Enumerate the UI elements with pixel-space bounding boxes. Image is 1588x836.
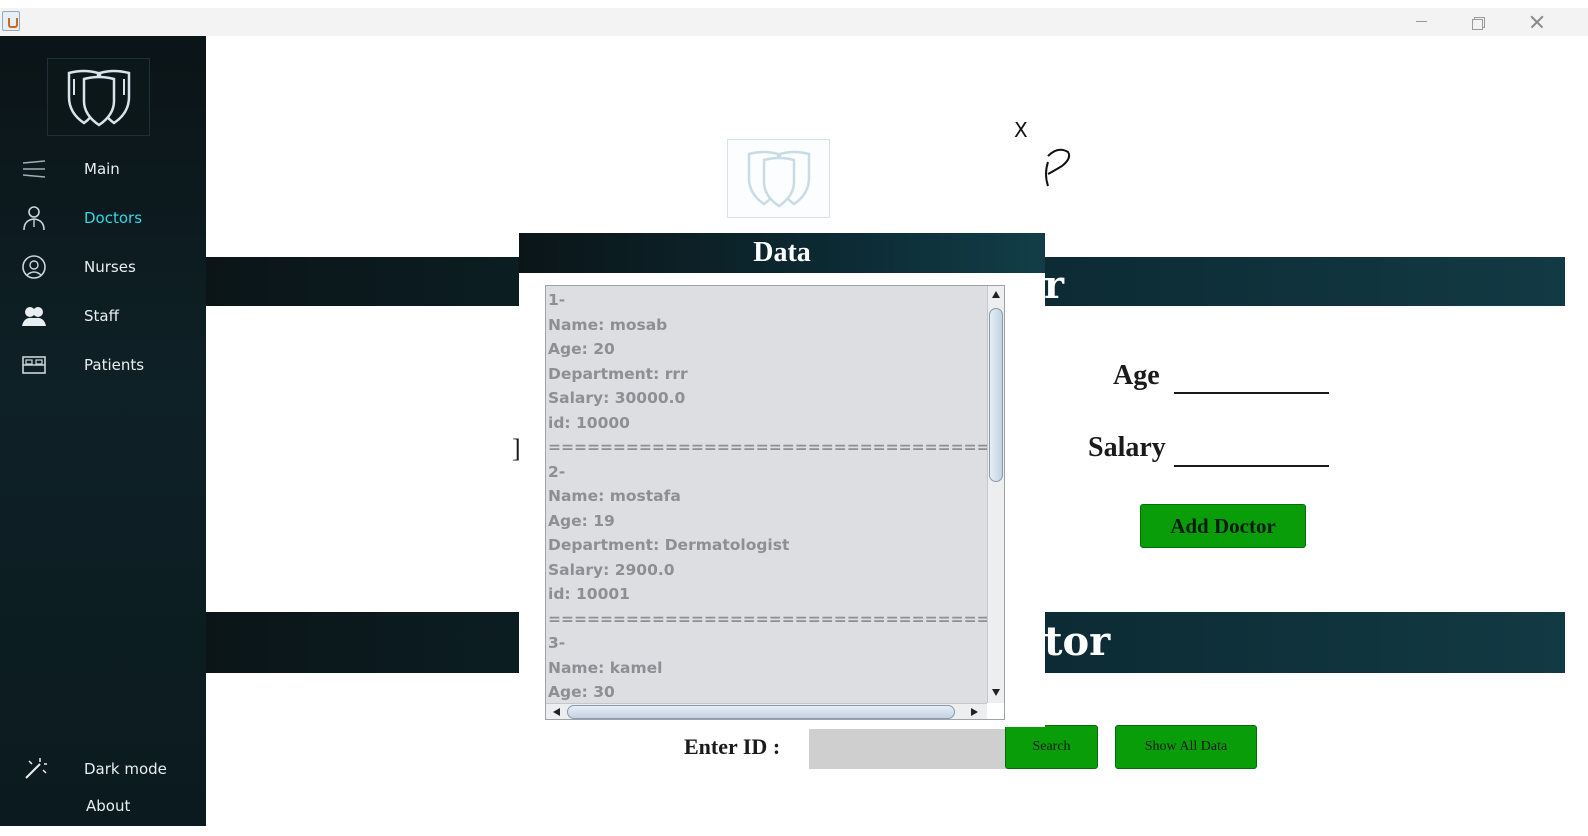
scroll-left-arrow-icon[interactable]: [553, 708, 560, 716]
data-text-line: Department: Dermatologist: [548, 536, 790, 554]
menu-lines-icon: [22, 160, 46, 178]
data-text-line: ========================================…: [548, 609, 988, 628]
sidebar-item-main[interactable]: Main: [0, 152, 206, 186]
about-link[interactable]: About: [0, 789, 206, 823]
search-doctor-header-text: tor: [1044, 618, 1111, 665]
hook-glyph-icon: [1045, 148, 1071, 187]
salary-field[interactable]: [1174, 465, 1329, 467]
sidebar-item-label: Staff: [84, 307, 119, 325]
about-label: About: [86, 797, 131, 815]
id-search-input[interactable]: [809, 729, 1007, 769]
sidebar-item-label: Main: [84, 160, 120, 178]
close-window-button[interactable]: [1513, 8, 1559, 36]
data-text-line: 3-: [548, 634, 566, 652]
nurse-icon: [22, 255, 46, 279]
sidebar-item-label: Doctors: [84, 209, 143, 227]
dark-mode-toggle[interactable]: Dark mode: [0, 752, 206, 786]
show-all-data-button[interactable]: Show All Data: [1115, 725, 1257, 769]
dialog-header: Data: [519, 233, 1045, 273]
sidebar-logo: [47, 58, 150, 136]
java-app-icon: [2, 11, 20, 31]
doctor-icon: [23, 206, 45, 231]
data-text-line: Age: 20: [548, 340, 615, 358]
minimize-button[interactable]: [1398, 8, 1444, 36]
staff-icon: [22, 307, 46, 326]
data-text-line: 2-: [548, 462, 566, 481]
sidebar-item-nurses[interactable]: Nurses: [0, 250, 206, 284]
background-logo: [727, 139, 830, 218]
sidebar-item-staff[interactable]: Staff: [0, 299, 206, 333]
age-label: Age: [1113, 360, 1160, 391]
data-text-line: Salary: 30000.0: [548, 389, 686, 407]
data-text-line: ========================================…: [548, 438, 988, 456]
sidebar-item-label: Nurses: [84, 258, 136, 276]
data-text-line: Name: mosab: [548, 315, 668, 334]
sidebar-item-patients[interactable]: Patients: [0, 348, 206, 382]
add-doctor-button[interactable]: Add Doctor: [1140, 504, 1306, 548]
horizontal-scrollbar[interactable]: [546, 703, 987, 719]
close-x-mark[interactable]: X: [1014, 118, 1028, 142]
data-text-line: Age: 19: [548, 511, 615, 530]
sidebar-item-doctors[interactable]: Doctors: [0, 201, 206, 235]
data-text-line: id: 10000: [548, 413, 630, 432]
magic-wand-icon: [25, 758, 47, 779]
data-text-content: 1- Name: mosab Age: 20 Department: rrr Salar…: [548, 288, 988, 702]
data-text-line: id: 10001: [548, 585, 630, 603]
scroll-down-arrow-icon[interactable]: [992, 689, 1000, 696]
dark-mode-label: Dark mode: [84, 760, 167, 778]
enter-id-label: Enter ID :: [684, 734, 781, 759]
data-text-line: Salary: 2900.0: [548, 560, 675, 579]
horizontal-scroll-thumb[interactable]: [567, 705, 955, 719]
dialog-title: Data: [753, 237, 811, 268]
shield-logo-icon: [67, 69, 131, 127]
search-button[interactable]: Search: [1005, 725, 1098, 769]
sidebar-item-label: Patients: [84, 356, 145, 374]
age-field[interactable]: [1174, 392, 1329, 394]
salary-label: Salary: [1088, 432, 1166, 463]
data-text-line: Age: 30: [548, 683, 615, 701]
data-text-line: Department: rrr: [548, 364, 688, 383]
restore-button[interactable]: [1455, 8, 1501, 36]
sidebar: Main Doctors Nurses Staff Patients Dark …: [0, 36, 206, 826]
scroll-right-arrow-icon[interactable]: [971, 708, 978, 716]
data-text-area[interactable]: 1- Name: mosab Age: 20 Department: rrr Salar…: [545, 285, 1005, 720]
title-bar: [0, 8, 1588, 36]
app-window: Main Doctors Nurses Staff Patients Dark …: [0, 0, 1588, 836]
vertical-scrollbar[interactable]: [987, 286, 1004, 703]
scroll-corner: [987, 703, 1004, 719]
data-dialog: Data 1- Name: mosab Age: 20 Department: rrr…: [519, 233, 1045, 727]
bed-icon: [22, 356, 46, 374]
scroll-up-arrow-icon[interactable]: [992, 291, 1000, 298]
vertical-scroll-thumb[interactable]: [989, 308, 1003, 482]
add-doctor-header-text: r: [1044, 262, 1065, 307]
shield-logo-icon: [747, 150, 811, 208]
data-text-line: Name: kamel: [548, 658, 663, 677]
data-text-line: 1-: [548, 291, 566, 309]
data-text-line: Name: mostafa: [548, 487, 681, 505]
